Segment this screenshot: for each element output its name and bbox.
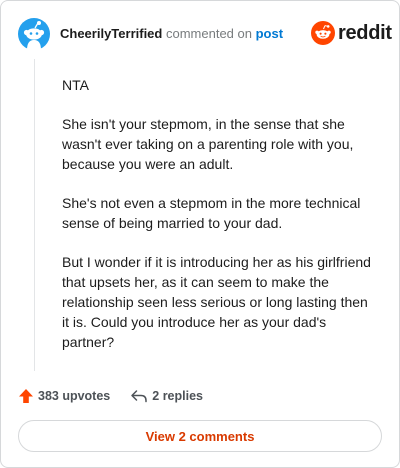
reddit-snoo-avatar-icon[interactable] [18, 18, 50, 50]
commented-on-text: commented on [165, 26, 252, 41]
upvote-button[interactable]: 383 upvotes [18, 388, 110, 404]
view-comments-button[interactable]: View 2 comments [18, 420, 382, 452]
comment-card: CheerilyTerrified commented on post redd… [0, 0, 400, 468]
reddit-brand[interactable]: reddit [311, 21, 392, 45]
reply-arrow-icon [131, 390, 148, 403]
comment-header: CheerilyTerrified commented on post [60, 26, 283, 42]
thread-line[interactable] [34, 59, 35, 371]
reddit-logo-icon [311, 21, 335, 45]
upvote-count: 383 upvotes [38, 389, 111, 403]
comment-actions: 383 upvotes 2 replies [18, 386, 203, 406]
comment-paragraph: NTA [62, 77, 89, 93]
comment-paragraph: She's not even a stepmom in the more tec… [62, 195, 361, 231]
comment-body: NTA She isn't your stepmom, in the sense… [62, 75, 374, 371]
brand-wordmark: reddit [338, 21, 392, 44]
comment-paragraph: But I wonder if it is introducing her as… [62, 254, 371, 350]
replies-button[interactable]: 2 replies [130, 388, 203, 404]
post-link[interactable]: post [256, 26, 283, 41]
upvote-arrow-icon [19, 389, 33, 403]
comment-paragraph: She isn't your stepmom, in the sense tha… [62, 116, 354, 172]
username[interactable]: CheerilyTerrified [60, 26, 162, 41]
replies-count: 2 replies [152, 389, 203, 403]
